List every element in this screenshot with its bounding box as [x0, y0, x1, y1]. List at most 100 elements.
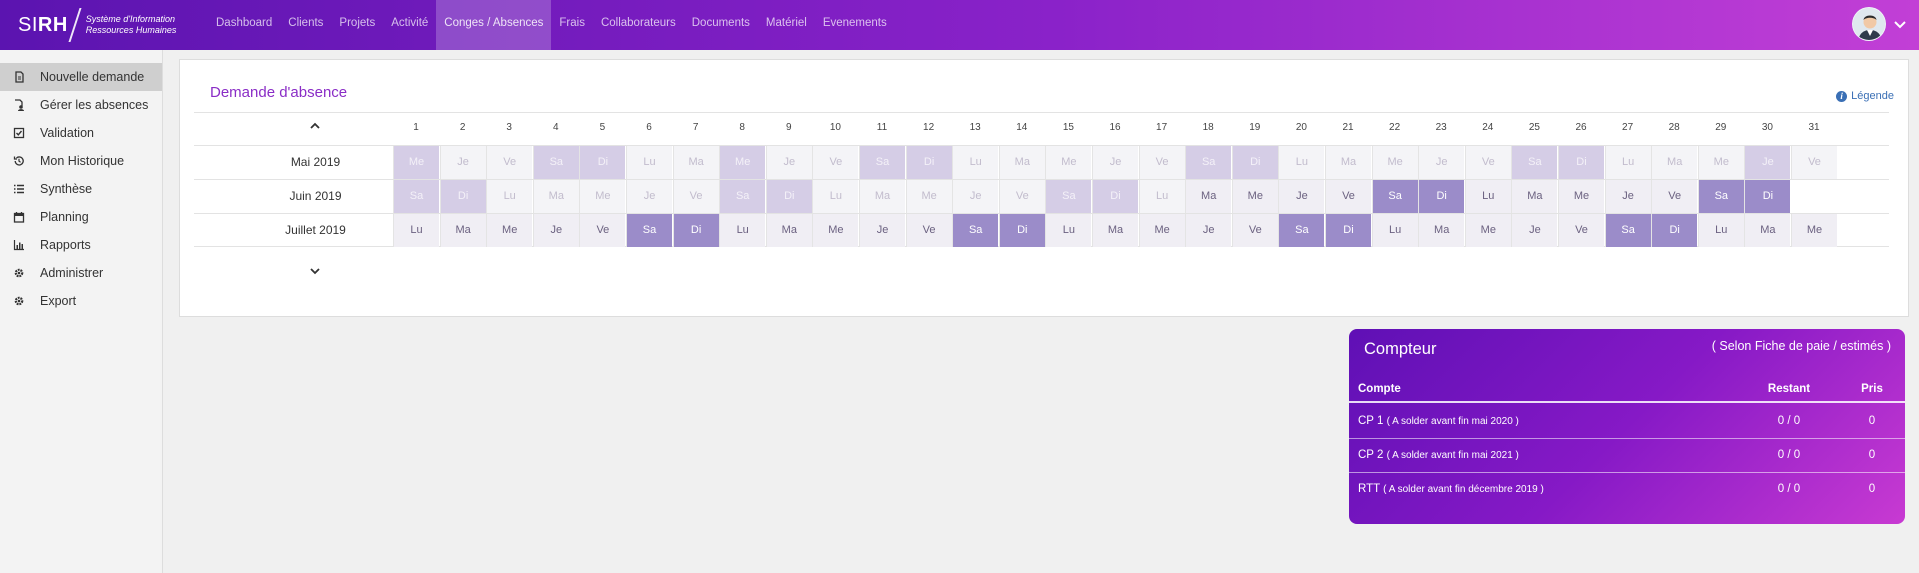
user-menu-chevron-icon[interactable]	[1894, 16, 1906, 32]
col-header-pris: Pris	[1861, 383, 1883, 395]
nav-clients[interactable]: Clients	[280, 0, 331, 50]
counter-account: CP 1 ( A solder avant fin mai 2020 )	[1358, 405, 1519, 438]
sidebar-item-mon-historique[interactable]: Mon Historique	[0, 147, 162, 175]
day-cell[interactable]: Di	[672, 214, 719, 247]
day-cell: Lu	[1604, 146, 1651, 179]
day-number: 19	[1249, 122, 1261, 133]
logo-brand: SIRH	[18, 13, 68, 36]
day-cell[interactable]: Ma	[1418, 214, 1465, 247]
day-cell[interactable]: Ma	[1744, 214, 1791, 247]
day-cell[interactable]: Je	[1511, 214, 1558, 247]
day-cell[interactable]: Je	[1604, 180, 1651, 213]
nav-documents[interactable]: Documents	[684, 0, 758, 50]
day-cell: Me	[579, 180, 626, 213]
day-cell[interactable]: Ma	[1511, 180, 1558, 213]
day-cell[interactable]: Ma	[765, 214, 812, 247]
day-cell[interactable]: Me	[486, 214, 533, 247]
day-cell[interactable]: Ve	[905, 214, 952, 247]
day-cell: Ma	[1325, 146, 1371, 179]
day-cell: Lu	[626, 146, 672, 179]
day-cell[interactable]: Ma	[439, 214, 486, 247]
day-number: 1	[413, 122, 419, 133]
day-cell: Ma	[998, 146, 1045, 179]
sidebar-item-validation[interactable]: Validation	[0, 119, 162, 147]
day-number: 25	[1528, 122, 1540, 133]
day-cell[interactable]: Sa	[1371, 180, 1418, 213]
day-cell[interactable]: Lu	[719, 214, 766, 247]
day-cell[interactable]: Lu	[1464, 180, 1511, 213]
nav-projets[interactable]: Projets	[331, 0, 383, 50]
leave-counter-card: Compteur ( Selon Fiche de paie / estimés…	[1349, 329, 1905, 524]
nav-frais[interactable]: Frais	[551, 0, 593, 50]
nav-collaborateurs[interactable]: Collaborateurs	[593, 0, 684, 50]
sidebar-item-rapports[interactable]: Rapports	[0, 231, 162, 259]
day-cell[interactable]: Ma	[1185, 180, 1232, 213]
day-cell[interactable]: Ve	[1558, 214, 1604, 247]
day-cell[interactable]: Me	[1138, 214, 1185, 247]
day-cell[interactable]: Me	[812, 214, 859, 247]
legend-link[interactable]: i Légende	[1836, 90, 1894, 102]
day-cell[interactable]: Ve	[1231, 214, 1278, 247]
nav-dashboard[interactable]: Dashboard	[208, 0, 280, 50]
day-cell[interactable]: Sa	[1278, 214, 1325, 247]
day-cell[interactable]: Ma	[1092, 214, 1138, 247]
sidebar-item-administrer[interactable]: Administrer	[0, 259, 162, 287]
day-number: 10	[829, 122, 841, 133]
counter-account: CP 2 ( A solder avant fin mai 2021 )	[1358, 439, 1519, 472]
day-cell[interactable]: Me	[1791, 214, 1837, 247]
day-cell[interactable]: Ve	[1651, 180, 1698, 213]
day-cell[interactable]: Je	[859, 214, 905, 247]
logo-subtitle: Système d'Information Ressources Humaines	[85, 14, 177, 35]
nav-evenements[interactable]: Evenements	[815, 0, 895, 50]
day-cell: Ve	[486, 146, 533, 179]
day-cell: Je	[626, 180, 672, 213]
day-cell: Ve	[1791, 146, 1837, 179]
list-icon	[12, 182, 26, 196]
next-months-chevron-down-icon[interactable]	[305, 263, 325, 278]
day-cell[interactable]: Lu	[393, 214, 439, 247]
day-cell[interactable]: Lu	[1697, 214, 1744, 247]
bar-chart-icon	[12, 238, 26, 252]
sidebar-item-synthese[interactable]: Synthèse	[0, 175, 162, 203]
day-cell[interactable]: Di	[1744, 180, 1791, 213]
day-cell: Lu	[1138, 180, 1185, 213]
day-cell[interactable]: Ve	[1325, 180, 1371, 213]
nav-conges-absences[interactable]: Conges / Absences	[436, 0, 552, 50]
day-cell: Je	[765, 146, 812, 179]
day-cell: Me	[1371, 146, 1418, 179]
previous-months-chevron-up-icon[interactable]	[305, 117, 325, 132]
day-number: 4	[553, 122, 559, 133]
day-cell[interactable]: Lu	[1371, 214, 1418, 247]
day-cell[interactable]: Di	[1325, 214, 1371, 247]
day-cell[interactable]: Di	[998, 214, 1045, 247]
user-avatar[interactable]	[1852, 7, 1886, 41]
day-cell[interactable]: Je	[1278, 180, 1325, 213]
day-number: 23	[1435, 122, 1447, 133]
day-cell[interactable]: Me	[1558, 180, 1604, 213]
nav-activite[interactable]: Activité	[383, 0, 436, 50]
day-number: 6	[646, 122, 652, 133]
sidebar-item-nouvelle-demande[interactable]: Nouvelle demande	[0, 63, 162, 91]
sidebar-item-export[interactable]: Export	[0, 287, 162, 315]
day-cell[interactable]: Di	[1418, 180, 1465, 213]
day-number: 21	[1342, 122, 1354, 133]
day-cell[interactable]: Lu	[1045, 214, 1092, 247]
day-number: 13	[969, 122, 981, 133]
day-cell[interactable]: Me	[1464, 214, 1511, 247]
sidebar-item-gerer-les-absences[interactable]: Gérer les absences	[0, 91, 162, 119]
day-cell[interactable]: Sa	[626, 214, 672, 247]
day-cell: Je	[1092, 146, 1138, 179]
day-cell[interactable]: Me	[1231, 180, 1278, 213]
day-cell: Sa	[1045, 180, 1092, 213]
day-cell[interactable]: Je	[532, 214, 579, 247]
nav-materiel[interactable]: Matériel	[758, 0, 815, 50]
day-cell[interactable]: Sa	[952, 214, 999, 247]
day-number: 29	[1715, 122, 1727, 133]
app-logo[interactable]: SIRH Système d'Information Ressources Hum…	[18, 8, 177, 42]
sidebar-item-planning[interactable]: Planning	[0, 203, 162, 231]
day-cell[interactable]: Ve	[579, 214, 626, 247]
day-cell[interactable]: Sa	[1604, 214, 1651, 247]
day-cell[interactable]: Je	[1185, 214, 1232, 247]
day-cell[interactable]: Sa	[1697, 180, 1744, 213]
day-cell[interactable]: Di	[1651, 214, 1698, 247]
